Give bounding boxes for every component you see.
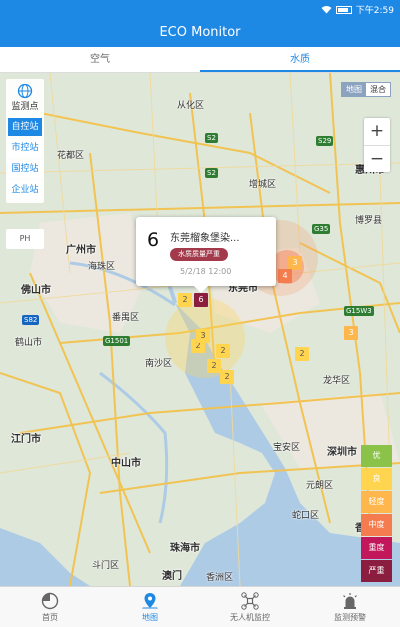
place-label: 江门市 — [11, 434, 41, 445]
popup-quality-badge: 水质质量严重 — [170, 248, 228, 261]
legend-heavy: 重度 — [361, 537, 392, 559]
road-shield: S2 — [205, 133, 218, 143]
battery-icon — [335, 5, 352, 14]
station-marker[interactable]: 2 — [178, 293, 192, 307]
parameter-select-button[interactable]: PH — [6, 229, 44, 249]
place-label: 博罗县 — [355, 216, 383, 226]
legend-light: 轻度 — [361, 491, 392, 513]
map-type-standard[interactable]: 地图 — [342, 83, 366, 96]
place-label: 海珠区 — [88, 262, 116, 272]
place-label: 花都区 — [57, 151, 85, 161]
nav-alert-label: 监测预警 — [334, 612, 366, 622]
place-label: 深圳市 — [327, 447, 357, 458]
road-shield: G15W3 — [344, 306, 374, 316]
station-marker[interactable]: 2 — [295, 347, 309, 361]
place-label: 增城区 — [249, 180, 277, 190]
legend-excellent: 优 — [361, 445, 392, 467]
wifi-icon — [321, 6, 332, 14]
place-label: 香洲区 — [206, 573, 234, 583]
alarm-icon — [343, 592, 357, 609]
station-marker[interactable]: 3 — [196, 329, 210, 343]
legend-good: 良 — [361, 468, 392, 490]
legend-moderate: 中度 — [361, 514, 392, 536]
station-marker[interactable]: 4 — [278, 269, 292, 283]
status-bar: 下午2:59 — [0, 0, 400, 18]
map-view[interactable]: 从化区 花都区 广州市 海珠区 佛山市 番禺区 南沙区 江门市 中山市 珠海市 … — [0, 73, 400, 586]
app-title: ECO Monitor — [0, 18, 400, 47]
nav-home-label: 首页 — [42, 612, 58, 622]
place-label: 元朗区 — [306, 481, 334, 491]
nav-drone-label: 无人机监控 — [230, 612, 270, 622]
road-shield: S2 — [205, 168, 218, 178]
place-label: 中山市 — [111, 458, 141, 469]
station-type-city[interactable]: 市控站 — [8, 139, 42, 157]
road-shield: G35 — [312, 224, 331, 234]
road-shield: S82 — [22, 315, 40, 325]
drone-icon — [241, 591, 259, 610]
place-label: 广州市 — [66, 245, 96, 256]
road-shield: G1501 — [103, 336, 131, 346]
place-label: 佛山市 — [21, 285, 51, 296]
popup-timestamp: 5/2/18 12:00 — [180, 267, 232, 276]
map-type-hybrid[interactable]: 混合 — [366, 83, 390, 96]
zoom-control: + − — [364, 118, 390, 172]
station-type-enterprise[interactable]: 企业站 — [8, 181, 42, 199]
place-label: 珠海市 — [170, 543, 200, 554]
legend-severe: 严重 — [361, 560, 392, 582]
place-label: 澳门 — [162, 571, 182, 582]
tab-bar: 空气 水质 — [0, 47, 400, 73]
zoom-out-button[interactable]: − — [364, 145, 390, 172]
station-type-panel: 监测点 自控站 市控站 国控站 企业站 — [6, 79, 44, 203]
place-label: 从化区 — [177, 101, 205, 111]
globe-icon — [17, 83, 33, 98]
nav-alert[interactable]: 监测预警 — [300, 587, 400, 627]
tab-water[interactable]: 水质 — [200, 47, 400, 72]
station-marker[interactable]: 2 — [216, 344, 230, 358]
map-type-toggle: 地图 混合 — [341, 82, 391, 97]
tab-air[interactable]: 空气 — [0, 47, 200, 72]
nav-drone[interactable]: 无人机监控 — [200, 587, 300, 627]
map-pin-icon — [142, 592, 158, 609]
station-marker[interactable]: 2 — [220, 370, 234, 384]
nav-map[interactable]: 地图 — [100, 587, 200, 627]
station-type-auto[interactable]: 自控站 — [8, 118, 42, 136]
station-marker[interactable]: 3 — [344, 326, 358, 340]
place-label: 龙华区 — [323, 376, 351, 386]
station-type-national[interactable]: 国控站 — [8, 160, 42, 178]
bottom-nav: 首页 地图 无人机监控 监测预警 — [0, 586, 400, 627]
popup-station-name: 东莞榴象堡染... — [170, 233, 240, 244]
station-marker[interactable]: 2 — [207, 359, 221, 373]
station-type-title: 监测点 — [11, 101, 39, 112]
station-info-popup[interactable]: 6 东莞榴象堡染... 水质质量严重 5/2/18 12:00 — [136, 217, 276, 293]
station-type-header: 监测点 — [6, 79, 44, 115]
status-bar-right: 下午2:59 — [321, 3, 394, 16]
station-marker[interactable]: 6 — [194, 293, 208, 307]
status-time: 下午2:59 — [355, 6, 394, 16]
popup-station-number: 6 — [147, 229, 160, 251]
place-label: 斗门区 — [92, 561, 120, 571]
zoom-in-button[interactable]: + — [364, 118, 390, 145]
road-shield: S29 — [316, 136, 334, 146]
nav-home[interactable]: 首页 — [0, 587, 100, 627]
place-label: 蛇口区 — [292, 511, 320, 521]
pie-chart-icon — [41, 592, 59, 609]
place-label: 宝安区 — [273, 443, 301, 453]
nav-map-label: 地图 — [142, 612, 158, 622]
station-marker[interactable]: 3 — [288, 256, 302, 270]
place-label: 鹤山市 — [15, 338, 43, 348]
place-label: 南沙区 — [145, 359, 173, 369]
place-label: 番禺区 — [112, 313, 140, 323]
quality-legend: 优 良 轻度 中度 重度 严重 — [361, 445, 392, 583]
